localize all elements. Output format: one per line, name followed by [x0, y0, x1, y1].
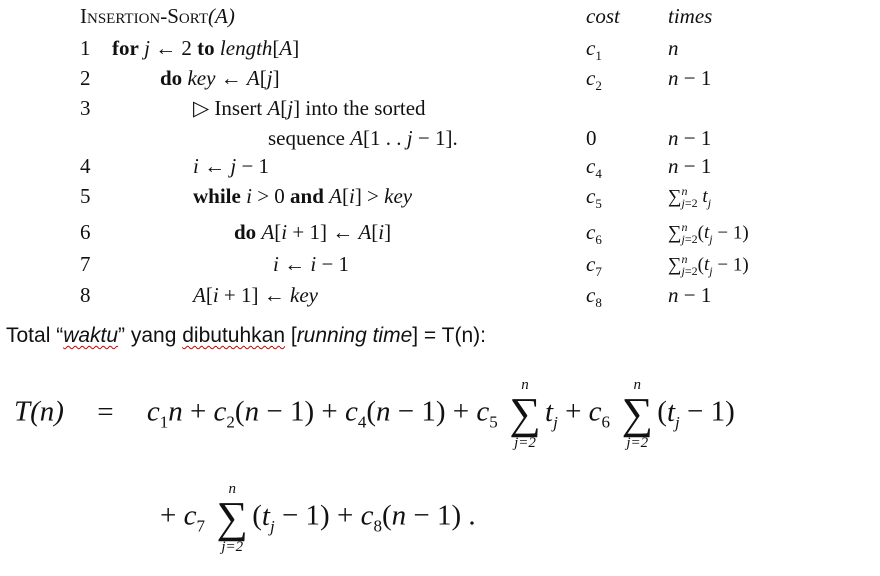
- code-line-8: A[i + 1] ← key: [193, 283, 318, 307]
- text: ] = T(n):: [412, 324, 486, 347]
- running-time-term: running time: [296, 324, 413, 347]
- times-n: n: [668, 36, 679, 60]
- formula-line-2: + c7 n ∑ j=2 (tj − 1) + c8(n − 1) .: [160, 481, 476, 555]
- cost-c4: c4: [586, 154, 602, 182]
- cost-c5: c5: [586, 184, 602, 212]
- cost-c2: c2: [586, 66, 602, 94]
- times-n-1: n − 1: [668, 126, 712, 150]
- text: [: [285, 324, 297, 347]
- slide: Insertion-Sort(A) cost times 1 2 3 4 5 6…: [0, 0, 880, 576]
- line-number: 7: [80, 252, 91, 276]
- title-arg: (A): [208, 4, 235, 28]
- code-line-4: i ← j − 1: [193, 154, 270, 178]
- times-sum-tj-1: ∑nj=2(tj − 1): [668, 252, 749, 279]
- times-n-1: n − 1: [668, 66, 712, 90]
- cost-c7: c7: [586, 252, 602, 280]
- line-number: 6: [80, 220, 91, 244]
- cost-0: 0: [586, 126, 597, 150]
- summation: n ∑ j=2: [216, 481, 248, 555]
- line-number: 3: [80, 96, 91, 120]
- code-line-3b: sequence A[1 . . j − 1].: [268, 126, 458, 150]
- code-line-6: do A[i + 1] ← A[i]: [234, 220, 392, 244]
- code-line-5: while i > 0 and A[i] > key: [193, 184, 413, 208]
- line-number: 1: [80, 36, 91, 60]
- line-number: 5: [80, 184, 91, 208]
- equals-sign: =: [97, 395, 114, 428]
- times-n-1: n − 1: [668, 154, 712, 178]
- code-line-1: for j ← 2 to length[A]: [112, 36, 300, 60]
- line-number: 2: [80, 66, 91, 90]
- formula-line-1: T(n) = c1n + c2(n − 1) + c4(n − 1) + c5 …: [14, 377, 735, 451]
- waktu-word: waktu: [63, 324, 119, 347]
- algorithm-title: Insertion-Sort(A): [80, 4, 235, 29]
- total-running-time-text: Total “waktu” yang dibutuhkan [running t…: [6, 324, 486, 348]
- code-line-7: i ← i − 1: [273, 252, 350, 276]
- times-sum-tj: ∑nj=2 tj: [668, 184, 712, 211]
- text: Total “: [6, 324, 64, 347]
- times-n-1: n − 1: [668, 283, 712, 307]
- line-number: 8: [80, 283, 91, 307]
- cost-c1: c1: [586, 36, 602, 64]
- line-number: 4: [80, 154, 91, 178]
- times-header: times: [668, 4, 713, 28]
- summation: n ∑ j=2: [509, 377, 541, 451]
- cost-header: cost: [586, 4, 620, 28]
- formula-lhs: T(n): [14, 395, 64, 428]
- times-sum-tj-1: ∑nj=2(tj − 1): [668, 220, 749, 247]
- cost-c8: c8: [586, 283, 602, 311]
- text: ” yang: [118, 324, 183, 347]
- title-text: Insertion-Sort: [80, 4, 209, 28]
- dibutuhkan-word: dibutuhkan: [182, 324, 286, 347]
- code-line-3: ▷ Insert A[j] into the sorted: [193, 96, 426, 120]
- cost-c6: c6: [586, 220, 602, 248]
- code-line-2: do key ← A[j]: [160, 66, 280, 90]
- summation: n ∑ j=2: [621, 377, 653, 451]
